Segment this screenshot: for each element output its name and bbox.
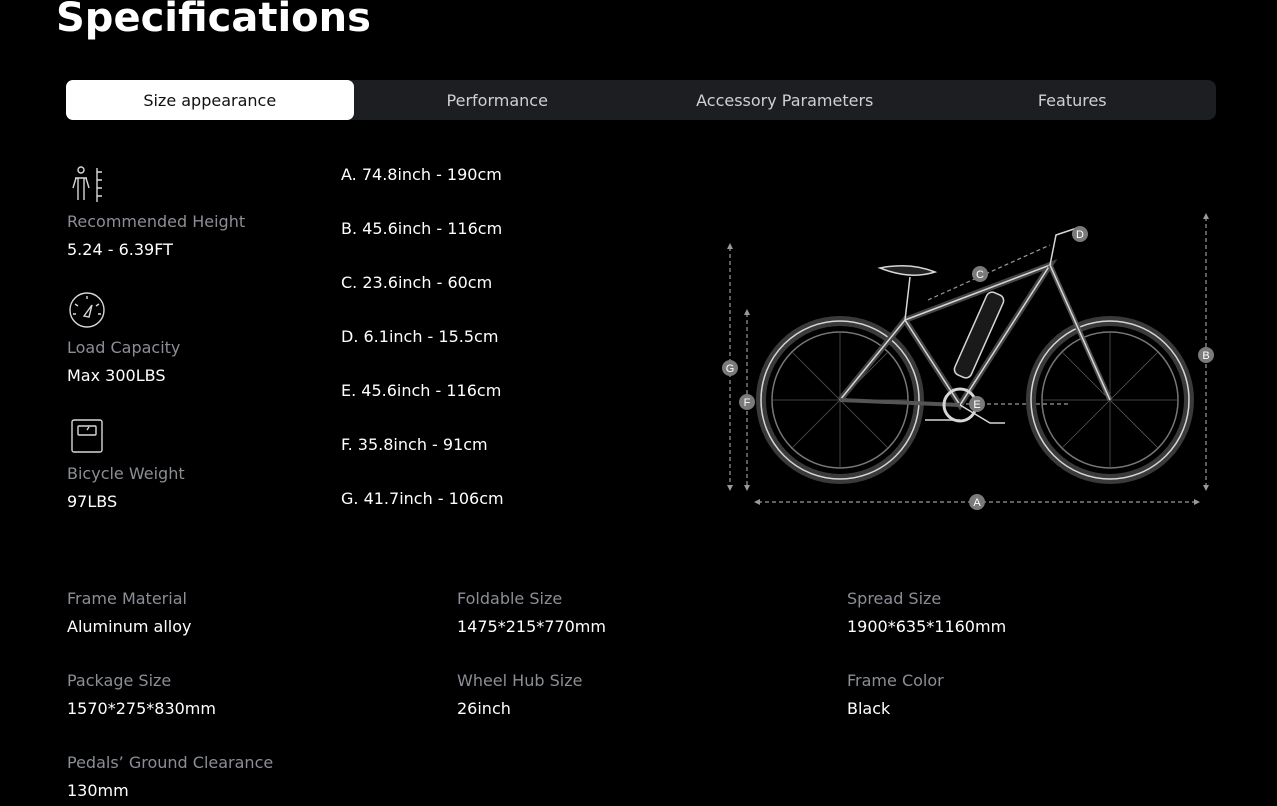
dimension-list: A. 74.8inch - 190cm B. 45.6inch - 116cm … [341, 164, 504, 542]
spec-foldable-size: Foldable Size 1475*215*770mm [457, 589, 837, 637]
spec-tabs: Size appearance Performance Accessory Pa… [66, 80, 1216, 120]
dimension-b: B. 45.6inch - 116cm [341, 219, 503, 238]
key-spec-load: Load Capacity Max 300LBS [67, 290, 307, 386]
key-spec-label: Recommended Height [67, 212, 246, 231]
bike-illustration [756, 226, 1194, 484]
bike-dimension-diagram: G F B A C D E [722, 213, 1214, 510]
tab-features[interactable]: Features [929, 80, 1217, 120]
spec-value: 1570*275*830mm [67, 699, 216, 718]
key-spec-value: 97LBS [67, 492, 118, 511]
spec-wheel-hub-size: Wheel Hub Size 26inch [457, 671, 837, 719]
marker-f: F [744, 397, 751, 409]
dimension-c: C. 23.6inch - 60cm [341, 273, 493, 292]
key-spec-weight: Bicycle Weight 97LBS [67, 416, 307, 512]
dimension-g: G. 41.7inch - 106cm [341, 489, 504, 508]
spec-value: 130mm [67, 781, 129, 800]
spec-label: Package Size [67, 671, 172, 690]
spec-spread-size: Spread Size 1900*635*1160mm [847, 589, 1227, 637]
key-spec-value: Max 300LBS [67, 366, 166, 385]
gauge-icon [69, 292, 105, 328]
person-height-icon [72, 166, 102, 202]
spec-label: Frame Color [847, 671, 944, 690]
spec-value: Black [847, 699, 891, 718]
scale-icon [71, 419, 103, 453]
dimension-d: D. 6.1inch - 15.5cm [341, 327, 499, 346]
spec-value: 1900*635*1160mm [847, 617, 1007, 636]
spec-pedal-clearance: Pedals’ Ground Clearance 130mm [67, 753, 447, 801]
key-spec-label: Load Capacity [67, 338, 181, 357]
marker-c: C [976, 269, 984, 281]
dimension-a: A. 74.8inch - 190cm [341, 165, 502, 184]
marker-d: D [1076, 229, 1084, 241]
tab-size-appearance[interactable]: Size appearance [66, 80, 354, 120]
spec-label: Frame Material [67, 589, 187, 608]
dimension-e: E. 45.6inch - 116cm [341, 381, 502, 400]
spec-value: 1475*215*770mm [457, 617, 606, 636]
spec-frame-material: Frame Material Aluminum alloy [67, 589, 447, 637]
tab-performance[interactable]: Performance [354, 80, 642, 120]
spec-value: Aluminum alloy [67, 617, 192, 636]
marker-a: A [973, 497, 981, 509]
spec-label: Foldable Size [457, 589, 563, 608]
marker-b: B [1202, 350, 1209, 362]
key-spec-height: Recommended Height 5.24 - 6.39FT [67, 164, 307, 260]
marker-e: E [973, 399, 980, 411]
tab-accessory-parameters[interactable]: Accessory Parameters [641, 80, 929, 120]
spec-label: Wheel Hub Size [457, 671, 583, 690]
spec-value: 26inch [457, 699, 511, 718]
key-spec-value: 5.24 - 6.39FT [67, 240, 173, 259]
spec-package-size: Package Size 1570*275*830mm [67, 671, 447, 719]
spec-label: Pedals’ Ground Clearance [67, 753, 274, 772]
marker-g: G [726, 363, 735, 375]
spec-label: Spread Size [847, 589, 942, 608]
dimension-f: F. 35.8inch - 91cm [341, 435, 488, 454]
key-spec-label: Bicycle Weight [67, 464, 185, 483]
page-title: Specifications [56, 0, 371, 41]
spec-frame-color: Frame Color Black [847, 671, 1227, 719]
